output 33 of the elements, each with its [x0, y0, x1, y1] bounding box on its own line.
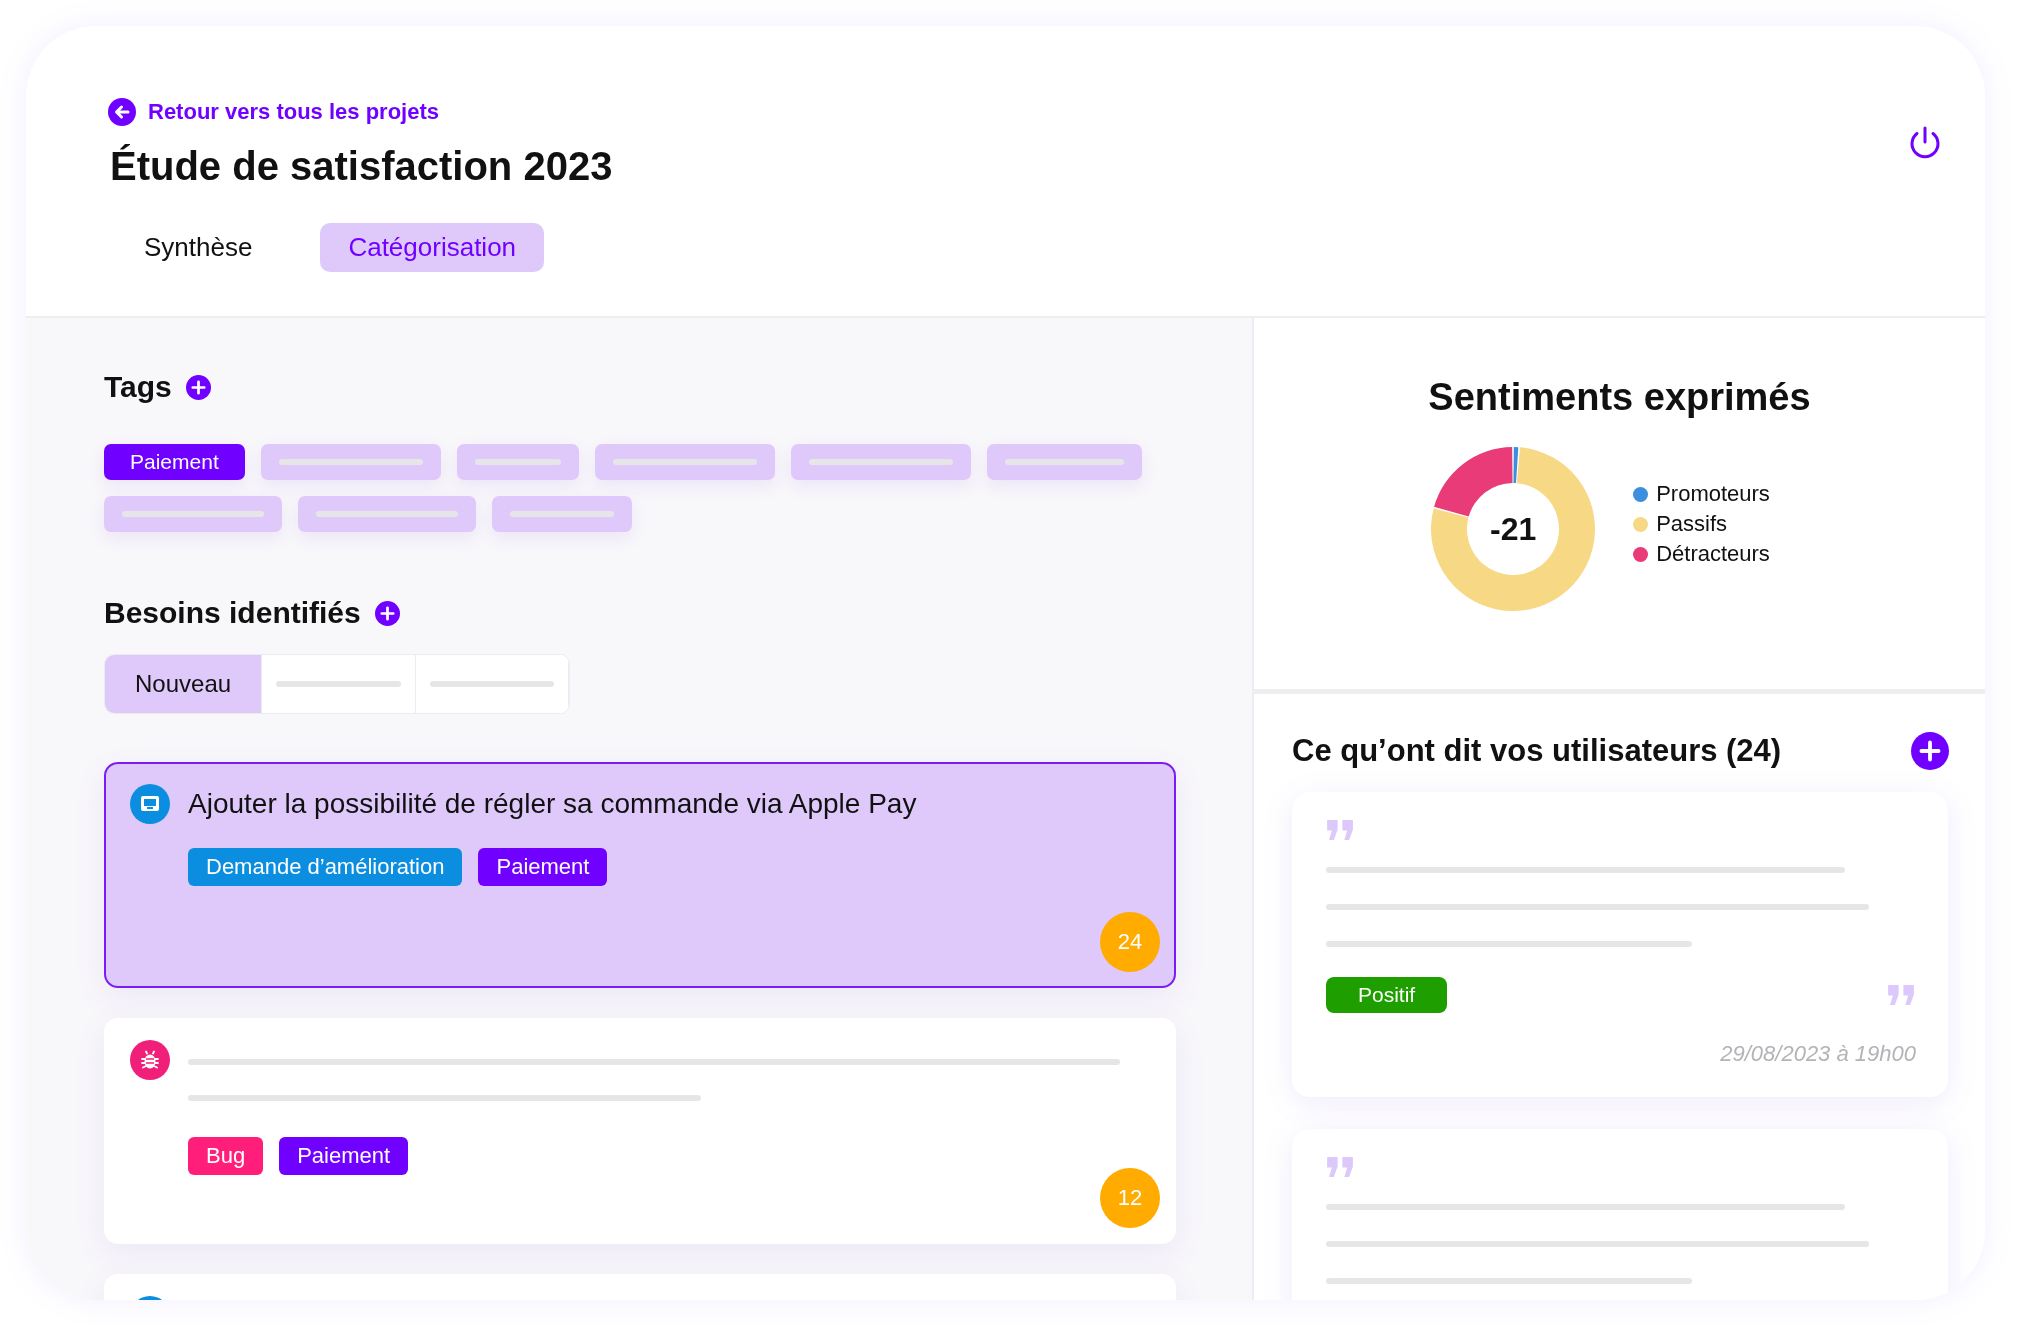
need-card[interactable]: Ajouter la possibilité de régler sa commande via Apple Pay Demande d’amélioration Paiement 24 — [104, 762, 1176, 988]
page-title: Étude de satisfaction 2023 — [110, 144, 613, 189]
add-icon[interactable] — [374, 600, 400, 626]
screen-icon — [130, 784, 170, 824]
category-tag: Bug — [188, 1137, 264, 1175]
section-title: Ce qu’ont dit vos utilisateurs (24) — [1292, 733, 1782, 769]
add-icon[interactable] — [1911, 732, 1949, 770]
category-tag: Demande d’amélioration — [188, 848, 463, 886]
sentiment-tag: Positif — [1326, 977, 1448, 1013]
tag-chip[interactable]: Paiement — [104, 444, 245, 480]
filter-segment[interactable]: Nouveau — [105, 655, 263, 713]
category-tag: Paiement — [279, 1137, 409, 1175]
need-card[interactable]: Bug Paiement 12 — [104, 1018, 1176, 1244]
chart-title: Sentiments exprimés — [1428, 376, 1811, 419]
back-link[interactable]: Retour vers tous les projets — [108, 98, 439, 126]
legend-label: Promoteurs — [1656, 481, 1770, 507]
count-badge: 24 — [1100, 912, 1160, 972]
need-title: Ajouter la possibilité de régler sa commande via Apple Pay — [188, 787, 918, 821]
count-badge: 12 — [1100, 1168, 1160, 1228]
quote-icon — [1326, 1157, 1355, 1178]
bug-icon — [130, 1040, 170, 1080]
score-value: -21 — [1490, 510, 1537, 548]
add-icon[interactable] — [185, 374, 211, 400]
legend-label: Passifs — [1656, 511, 1728, 537]
category-tag: Paiement — [478, 848, 608, 886]
quote-date: 29/08/2023 à 19h00 — [1719, 1041, 1916, 1067]
quote-icon — [1887, 984, 1916, 1006]
section-title: Besoins identifiés — [104, 596, 361, 630]
legend-label: Détracteurs — [1656, 541, 1770, 567]
section-title: Tags — [104, 370, 172, 404]
tab[interactable]: Catégorisation — [320, 223, 545, 272]
quote-icon — [1326, 820, 1355, 841]
tab[interactable]: Synthèse — [116, 223, 281, 272]
